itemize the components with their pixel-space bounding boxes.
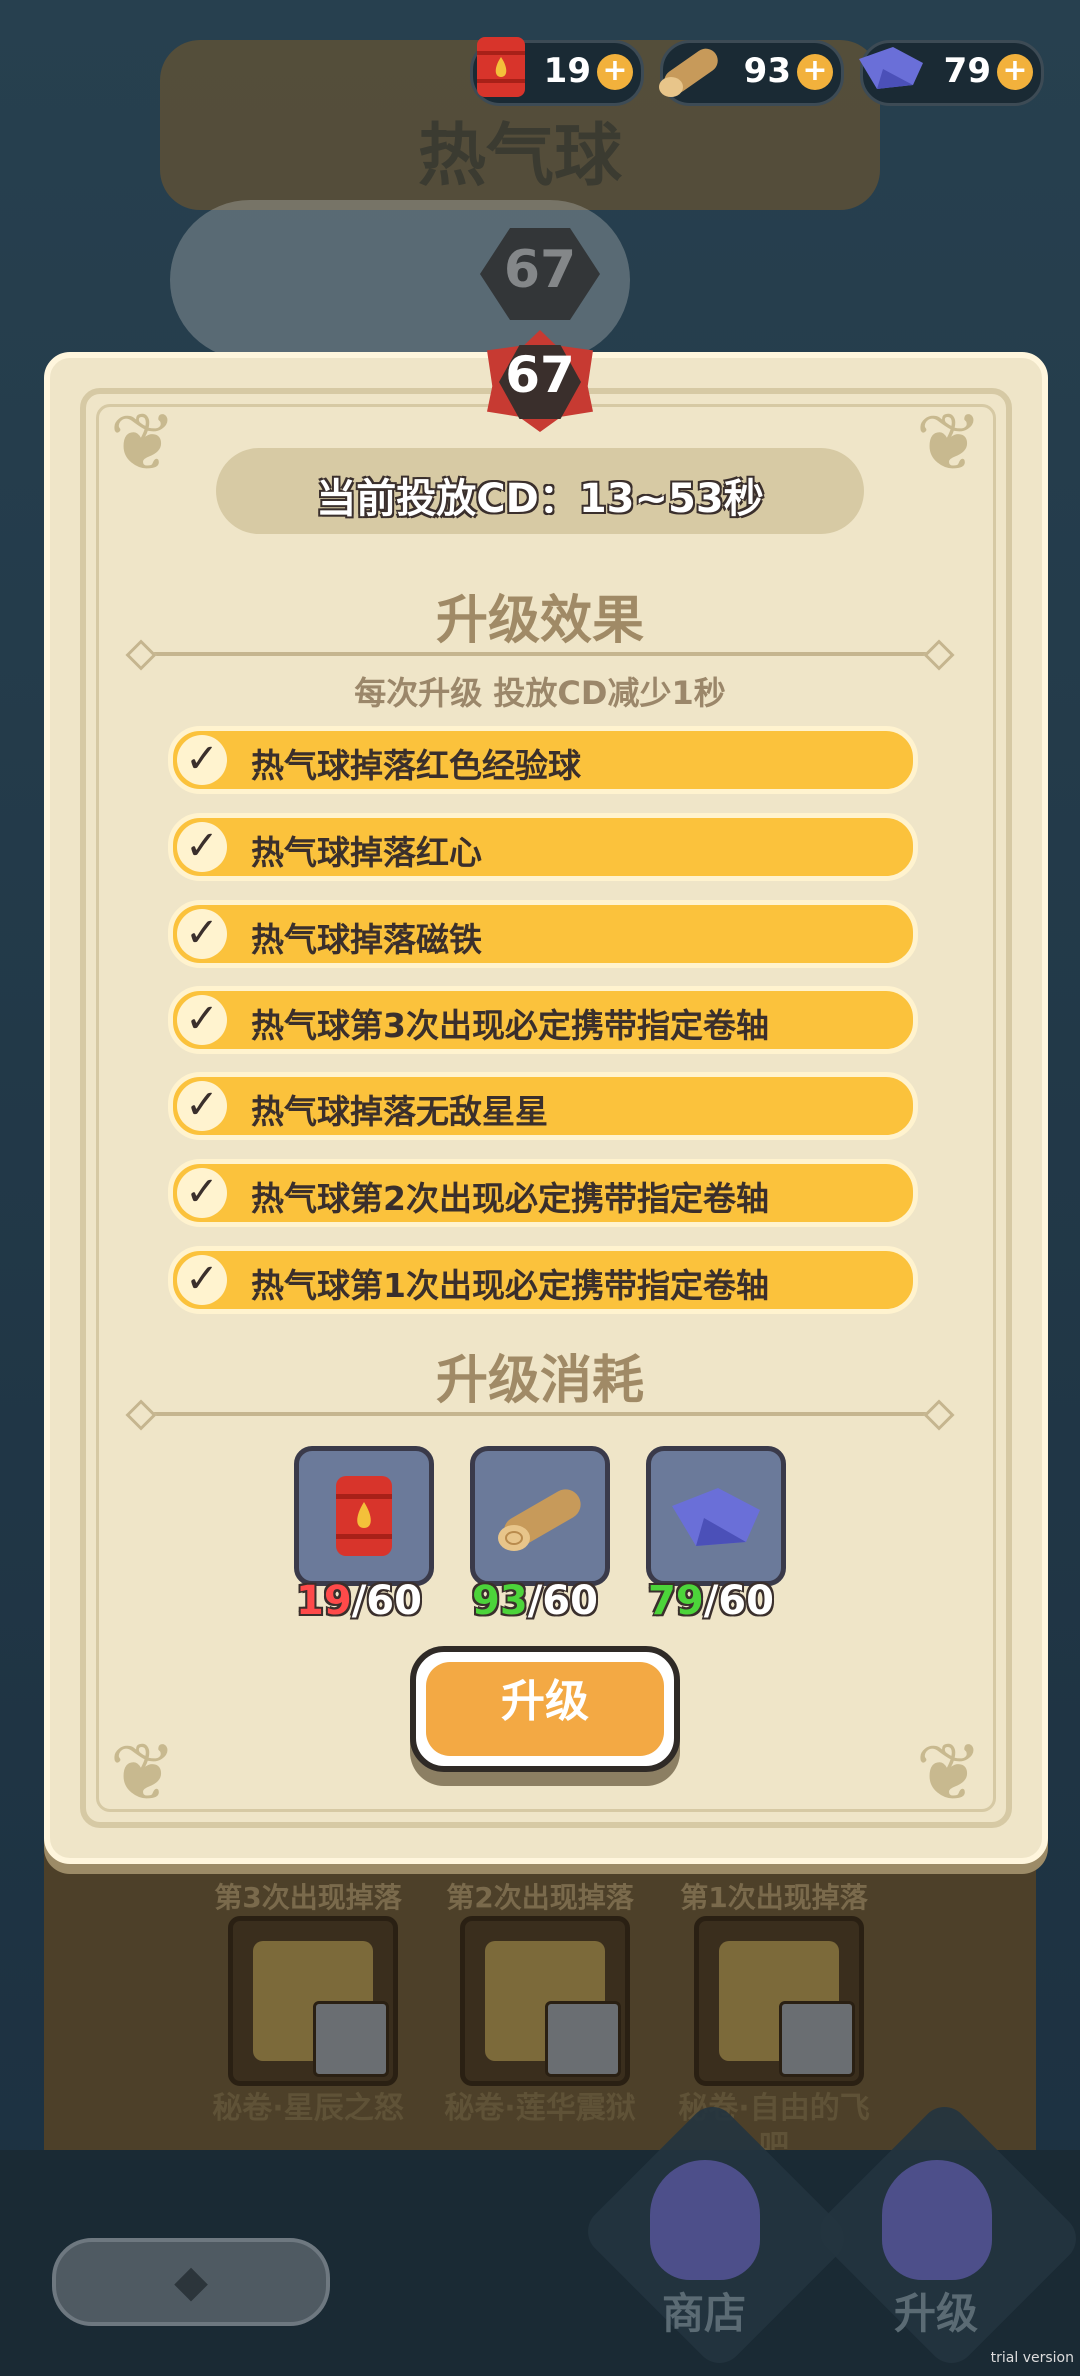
corner-ornament: ❦ [109, 1726, 177, 1819]
scroll-card[interactable] [460, 1916, 630, 2086]
cost-slot-wood [470, 1446, 610, 1586]
fuel-count: 19 [543, 51, 591, 91]
drop-label: 第1次出现掉落 [680, 1881, 868, 1914]
effect-row: ✓ 热气球掉落红色经验球 [168, 726, 918, 794]
cd-info-bar: 当前投放CD：13~53秒 [216, 448, 864, 534]
effects-title: 升级效果 [435, 591, 644, 651]
add-cloth-button[interactable]: + [997, 54, 1033, 90]
scroll-name: 秘卷·莲华震狱 [444, 2091, 636, 2126]
nav-upgrade[interactable]: 升级 [836, 2280, 1036, 2341]
level-number: 67 [505, 346, 575, 404]
cost-title: 升级消耗 [435, 1351, 644, 1411]
scroll-name: 秘卷·星辰之怒 [212, 2091, 404, 2126]
watermark: trial version [990, 2350, 1074, 2366]
background-level-text: 67 [503, 240, 577, 300]
cloth-have: 79 [648, 1578, 704, 1624]
corner-ornament: ❦ [109, 396, 177, 489]
effect-text: 热气球第1次出现必定携带指定卷轴 [251, 1266, 769, 1305]
hero-portrait [779, 2001, 855, 2077]
drop-label: 第3次出现掉落 [214, 1881, 402, 1914]
upgrade-button[interactable]: 升级 [410, 1646, 680, 1772]
upgrade-button-label: 升级 [426, 1662, 664, 1756]
cloth-count: 79 [943, 51, 991, 91]
effect-row: ✓ 热气球第1次出现必定携带指定卷轴 [168, 1246, 918, 1314]
divider [140, 652, 940, 656]
nav-shop[interactable]: 商店 [604, 2280, 804, 2341]
effect-text: 热气球掉落红色经验球 [251, 746, 581, 785]
effect-row: ✓ 热气球掉落无敌星星 [168, 1072, 918, 1140]
resource-wood: 93 + [659, 40, 844, 106]
cost-cloth-amount: 79/60 [631, 1578, 791, 1624]
effect-row: ✓ 热气球第3次出现必定携带指定卷轴 [168, 986, 918, 1054]
effect-row: ✓ 热气球掉落磁铁 [168, 900, 918, 968]
effect-row: ✓ 热气球掉落红心 [168, 813, 918, 881]
wood-count: 93 [743, 51, 791, 91]
effect-text: 热气球掉落红心 [251, 833, 482, 872]
wood-log-icon [659, 48, 718, 97]
fuel-have: 19 [296, 1578, 352, 1624]
fuel-barrel-icon [336, 1476, 392, 1556]
checkmark-icon: ✓ [177, 735, 227, 785]
resource-fuel: 19 + [470, 37, 644, 106]
corner-ornament: ❦ [915, 396, 983, 489]
fuel-barrel-icon [477, 37, 525, 97]
corner-ornament: ❦ [915, 1726, 983, 1819]
cost-fuel-amount: 19/60 [279, 1578, 439, 1624]
cost-slot-cloth [646, 1446, 786, 1586]
checkmark-icon: ✓ [177, 995, 227, 1045]
hero-portrait [313, 2001, 389, 2077]
wood-need: /60 [527, 1578, 598, 1624]
checkmark-icon: ✓ [177, 1081, 227, 1131]
shop-balloon-icon [650, 2160, 760, 2280]
page-title: 热气球 [417, 117, 622, 196]
fuel-need: /60 [351, 1578, 422, 1624]
wood-have: 93 [472, 1578, 528, 1624]
effect-text: 热气球掉落磁铁 [251, 920, 482, 959]
checkmark-icon: ✓ [177, 1255, 227, 1305]
divider [140, 1412, 940, 1416]
cloth-icon [859, 47, 923, 89]
hero-portrait [545, 2001, 621, 2077]
wood-log-icon [498, 1489, 581, 1551]
resource-cloth: 79 + [859, 40, 1044, 106]
effect-text: 热气球第3次出现必定携带指定卷轴 [251, 1006, 769, 1045]
cloth-icon [672, 1488, 760, 1546]
back-arrow-icon: ◆ [174, 2256, 208, 2307]
scroll-card[interactable] [694, 1916, 864, 2086]
add-fuel-button[interactable]: + [597, 54, 633, 90]
upgrade-balloon-icon [882, 2160, 992, 2280]
cost-wood-amount: 93/60 [455, 1578, 615, 1624]
effect-row: ✓ 热气球第2次出现必定携带指定卷轴 [168, 1159, 918, 1227]
cost-slot-fuel [294, 1446, 434, 1586]
scroll-card[interactable] [228, 1916, 398, 2086]
checkmark-icon: ✓ [177, 1168, 227, 1218]
checkmark-icon: ✓ [177, 909, 227, 959]
back-button[interactable]: ◆ [52, 2238, 330, 2326]
checkmark-icon: ✓ [177, 822, 227, 872]
effects-subtitle: 每次升级 投放CD减少1秒 [354, 674, 726, 712]
effect-text: 热气球掉落无敌星星 [251, 1092, 548, 1131]
drop-label: 第2次出现掉落 [446, 1881, 634, 1914]
cd-text: 当前投放CD：13~53秒 [316, 476, 764, 522]
add-wood-button[interactable]: + [797, 54, 833, 90]
cloth-need: /60 [703, 1578, 774, 1624]
effect-text: 热气球第2次出现必定携带指定卷轴 [251, 1179, 769, 1218]
